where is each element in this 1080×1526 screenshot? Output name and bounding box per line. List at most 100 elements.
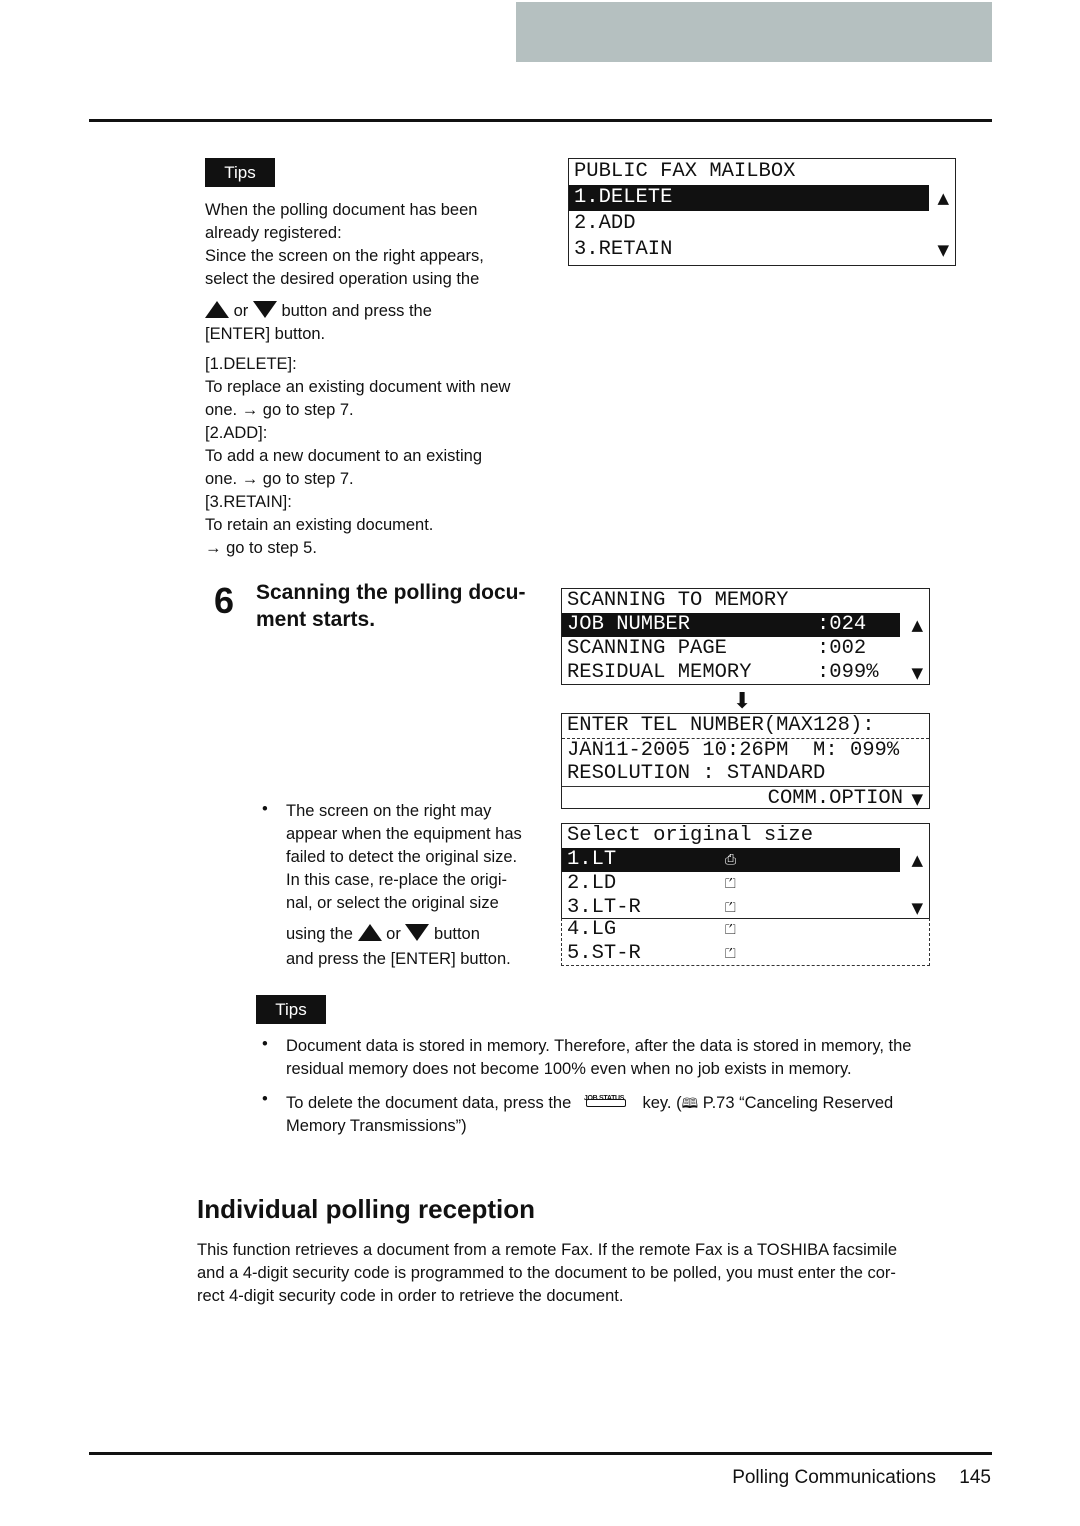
footer: Polling Communications 145 <box>732 1467 991 1489</box>
section-heading: Individual polling reception <box>197 1194 536 1224</box>
text-line: [2.ADD]: <box>205 424 268 442</box>
text: button and press the <box>281 302 432 320</box>
lcd-scanning-to-memory: SCANNING TO MEMORY JOB NUMBER :024 ▲ SCANN… <box>561 588 930 685</box>
text-line: Since the screen on the right appears, <box>205 247 484 265</box>
tips-badge: Tips <box>205 158 275 187</box>
paper-landscape-icon: ⏍ <box>725 876 736 892</box>
book-icon: 🕮 <box>681 1095 699 1111</box>
lcd-row: JOB NUMBER :024 ▲ <box>562 613 929 637</box>
menu-item-delete[interactable]: 1.DELETE <box>569 185 929 211</box>
size-option-lt-r[interactable]: 3.LT-R <box>567 896 641 919</box>
row-value: :002 <box>817 637 867 660</box>
footer-chapter-title: Polling Communications <box>732 1467 937 1488</box>
text-line: ment starts. <box>256 608 376 631</box>
size-option-lg[interactable]: 4.LG <box>567 918 616 941</box>
text: or <box>386 925 401 943</box>
scroll-up-icon: ▲ <box>937 189 949 207</box>
text-line: Document data is stored in memory. There… <box>286 1037 912 1055</box>
header-tab-bar <box>516 2 992 62</box>
step-title: Scanning the polling docu- ment starts. <box>256 579 525 633</box>
text-line: To retain an existing document. <box>205 516 434 534</box>
text: button <box>434 925 480 943</box>
text-line: [ENTER] button. <box>205 325 326 343</box>
reference-link[interactable]: P.73 “Canceling Reserved <box>703 1094 893 1112</box>
text-line: [1.DELETE]: <box>205 355 297 373</box>
text: or <box>233 302 249 320</box>
lcd-row[interactable]: 3.RETAIN ▼ <box>569 237 955 263</box>
lcd-row[interactable]: 2.LD ⏍ <box>562 872 929 896</box>
text-line: appear when the equipment has <box>286 825 522 843</box>
lcd-row[interactable]: 4.LG ⏍ <box>562 918 929 942</box>
text-line: rect 4-digit security code in order to r… <box>197 1287 624 1305</box>
lcd-fax-ready: ENTER TEL NUMBER(MAX128): JAN11-2005 10:… <box>561 713 930 810</box>
text-line: The screen on the right may <box>286 802 492 820</box>
size-option-ld[interactable]: 2.LD <box>567 872 616 895</box>
lcd-row[interactable]: 1.DELETE ▲ <box>569 185 955 211</box>
lcd-row: SCANNING PAGE :002 <box>562 637 929 661</box>
text-line: Scanning the polling docu- <box>256 581 526 604</box>
row-label: JOB NUMBER <box>567 613 691 636</box>
text-line: To replace an existing document with new <box>205 378 511 396</box>
scroll-up-icon: ▲ <box>911 851 923 869</box>
text-line: already registered: <box>205 224 342 242</box>
down-arrow-icon: ▼ <box>911 790 923 808</box>
text: key. ( <box>642 1094 682 1112</box>
lcd-title: SCANNING TO MEMORY <box>567 589 789 612</box>
scroll-down-icon: ▼ <box>911 899 923 917</box>
row-value: :024 <box>817 613 867 636</box>
bullet-icon: • <box>262 800 268 818</box>
comm-option-button[interactable]: COMM.OPTION ▼ <box>562 786 929 810</box>
text-line: nal, or select the original size <box>286 894 499 912</box>
text-line: failed to detect the original size. <box>286 848 518 866</box>
paper-landscape-icon: ⏍ <box>725 946 736 962</box>
job-status-key-icon: JOB STATUS <box>582 1090 632 1110</box>
tips-badge: Tips <box>256 995 326 1024</box>
lcd-row[interactable]: 5.ST-R ⏍ <box>562 942 929 966</box>
scroll-up-icon: ▲ <box>911 616 923 634</box>
paper-landscape-icon: ⏍ <box>725 900 736 916</box>
text-line: This function retrieves a document from … <box>197 1241 897 1259</box>
text-line: select the desired operation using the <box>205 270 480 288</box>
footer-rule <box>89 1452 992 1455</box>
lcd-row[interactable]: 1.LT ⎙ ▲ <box>562 848 929 872</box>
text-line: one. → go to step 7. <box>205 401 354 419</box>
row-value: :099% <box>817 661 879 684</box>
tips-text: When the polling document has been alrea… <box>205 199 510 560</box>
size-option-st-r[interactable]: 5.ST-R <box>567 942 641 965</box>
scroll-down-icon: ▼ <box>937 241 949 259</box>
text-line: and a 4-digit security code is programme… <box>197 1264 896 1282</box>
tips-bullet: Document data is stored in memory. There… <box>286 1035 911 1081</box>
tips-bullet: To delete the document data, press the J… <box>286 1090 893 1138</box>
flow-down-arrow-icon: ⬇ <box>733 689 752 714</box>
lcd-public-fax-mailbox: PUBLIC FAX MAILBOX 1.DELETE ▲ 2.ADD 3.RET… <box>568 158 956 266</box>
lcd-row[interactable]: 3.LT-R ⏍ ▼ <box>562 896 929 920</box>
lcd-row: RESIDUAL MEMORY :099% ▼ <box>562 661 929 685</box>
text-line: In this case, re-place the origi- <box>286 871 508 889</box>
text-line: Memory Transmissions”) <box>286 1117 467 1135</box>
row-label: SCANNING PAGE <box>567 637 727 660</box>
step-number: 6 <box>214 580 235 621</box>
scroll-down-icon: ▼ <box>911 664 923 682</box>
text-line: When the polling document has been <box>205 201 478 219</box>
section-paragraph: This function retrieves a document from … <box>197 1239 897 1308</box>
lcd-row: JAN11-2005 10:26PM M: 099% <box>562 738 929 762</box>
lcd-row: RESOLUTION : STANDARD <box>567 762 826 785</box>
lcd-row: ENTER TEL NUMBER(MAX128): <box>567 714 875 737</box>
up-arrow-icon <box>357 924 382 941</box>
lcd-title: Select original size <box>567 824 814 847</box>
down-arrow-icon <box>252 301 277 318</box>
bullet-icon: • <box>262 1090 268 1108</box>
lcd-offscreen-items: 4.LG ⏍ 5.ST-R ⏍ <box>561 918 930 966</box>
menu-item-add[interactable]: 2.ADD <box>569 211 955 237</box>
up-arrow-icon <box>205 301 229 318</box>
size-option-lt[interactable]: 1.LT <box>567 848 616 871</box>
text-line: To add a new document to an existing <box>205 447 483 465</box>
menu-item-retain[interactable]: 3.RETAIN <box>574 238 672 261</box>
text-line: → go to step 5. <box>205 539 317 557</box>
header-rule <box>89 119 992 122</box>
lcd-title: PUBLIC FAX MAILBOX <box>574 160 796 183</box>
paper-portrait-icon: ⎙ <box>725 852 737 868</box>
text-line: residual memory does not become 100% eve… <box>286 1060 852 1078</box>
row-label: RESIDUAL MEMORY <box>567 661 752 684</box>
text-line: and press the [ENTER] button. <box>286 950 511 968</box>
